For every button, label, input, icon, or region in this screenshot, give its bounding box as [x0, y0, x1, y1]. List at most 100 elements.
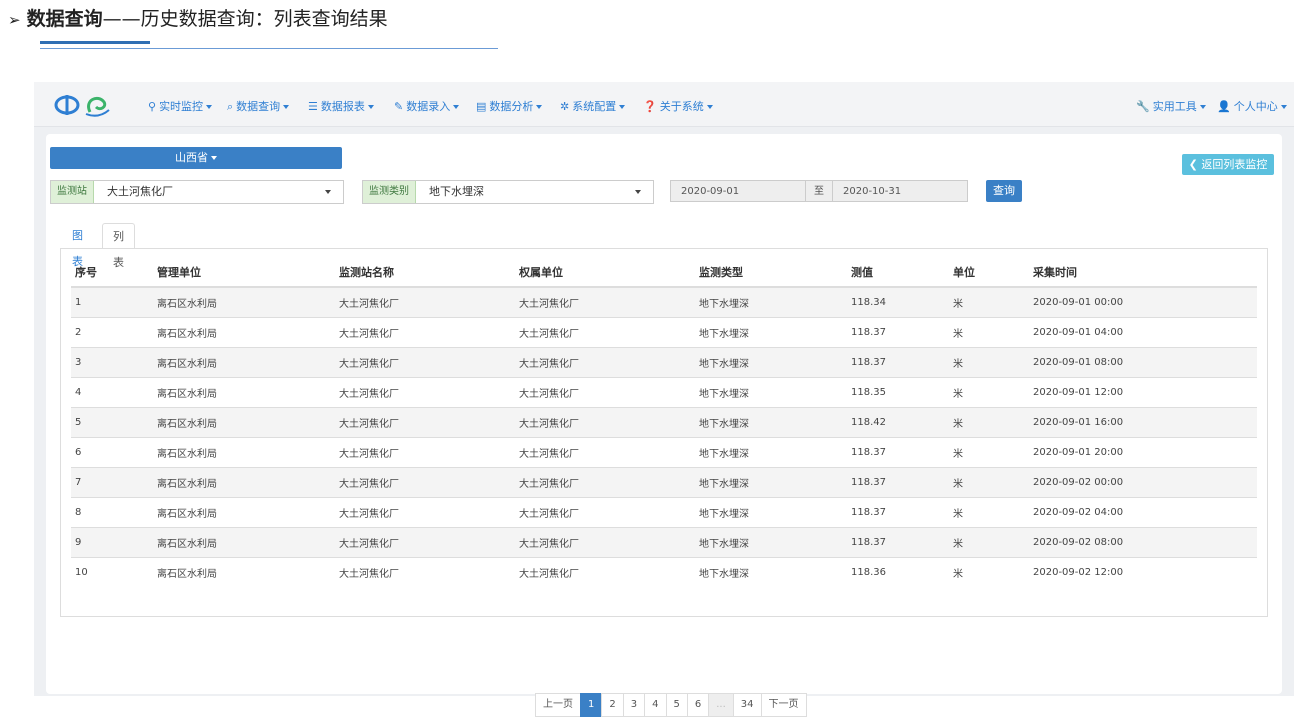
table-cell: 大土河焦化厂 — [335, 527, 515, 558]
chevron-left-icon: ❮ — [1188, 158, 1202, 171]
table-cell: 2020-09-01 00:00 — [1029, 286, 1257, 318]
table-row[interactable]: 1 离石区水利局 大土河焦化厂 大土河焦化厂 地下水埋深 118.34 米 2020-09-0… — [71, 286, 1257, 318]
tab-chart[interactable]: 图表 — [62, 223, 93, 268]
nav-item-5[interactable]: ✲ 系统配置 — [560, 98, 626, 114]
nav-item-2[interactable]: ☰ 数据报表 — [308, 98, 374, 114]
nav-item-6[interactable]: ❓ 关于系统 — [643, 98, 713, 114]
heading-rest: ——历史数据查询：列表查询结果 — [102, 8, 388, 30]
pagination-page[interactable]: 34 — [732, 693, 762, 717]
table-cell: 6 — [71, 437, 153, 468]
date-to-input[interactable]: 2020-10-31 — [832, 180, 968, 202]
table-cell: 118.34 — [847, 286, 949, 318]
pagination-page[interactable]: 4 — [644, 693, 667, 717]
caret-down-icon — [619, 105, 626, 109]
table-cell: 大土河焦化厂 — [515, 467, 695, 498]
nav-item-1[interactable]: ⌕ 数据查询 — [227, 98, 290, 114]
nav-item-4[interactable]: ▤ 数据分析 — [476, 98, 543, 114]
pagination-page[interactable]: 3 — [622, 693, 646, 717]
list-icon: ☰ — [308, 100, 318, 113]
table-cell: 离石区水利局 — [153, 527, 335, 558]
pagination-page[interactable]: 1 — [580, 693, 603, 717]
caret-down-icon — [1280, 105, 1287, 109]
nav-item-0[interactable]: ⚲ 实时监控 — [148, 98, 213, 114]
nav-item-label: 系统配置 — [572, 100, 617, 113]
table-cell: 2020-09-02 12:00 — [1029, 557, 1257, 587]
nav-item-label: 数据查询 — [236, 100, 281, 113]
nav-item-3[interactable]: ✎ 数据录入 — [394, 98, 460, 114]
table-cell: 米 — [949, 317, 1029, 348]
heading-bold: 数据查询 — [26, 8, 103, 30]
table-cell: 大土河焦化厂 — [515, 407, 695, 438]
station-select[interactable]: 监测站 大土河焦化厂 — [50, 180, 344, 204]
table-cell: 大土河焦化厂 — [515, 286, 695, 318]
table-cell: 7 — [71, 467, 153, 498]
column-header[interactable]: 管理单位 — [153, 257, 335, 288]
table-cell: 大土河焦化厂 — [515, 527, 695, 558]
tab-content: 序号 管理单位 监测站名称 权属单位 监测类型 测值 单位 采集时间 1 离石区水利局 大土河焦化… — [60, 248, 1268, 717]
table-cell: 大土河焦化厂 — [335, 437, 515, 468]
table-cell: 地下水埋深 — [695, 407, 847, 438]
wrench-icon: 🔧 — [1136, 100, 1150, 113]
station-addon: 监测站 — [51, 181, 94, 203]
date-from-input[interactable]: 2020-09-01 — [670, 180, 806, 202]
column-header[interactable]: 序号 — [71, 257, 153, 288]
pagination: 上一页 1 2 3 4 5 6... 34 下一页 — [535, 693, 807, 717]
pagination-page[interactable]: 2 — [601, 693, 624, 717]
back-to-list-button[interactable]: ❮ 返回列表监控 — [1182, 154, 1274, 175]
caret-down-icon — [635, 190, 641, 194]
nav-user-label: 个人中心 — [1233, 100, 1278, 113]
nav-item-label: 关于系统 — [659, 100, 704, 113]
caret-down-icon — [536, 105, 543, 109]
table-cell: 地下水埋深 — [695, 437, 847, 468]
type-select[interactable]: 监测类别 地下水埋深 — [362, 180, 654, 204]
table-cell: 大土河焦化厂 — [335, 286, 515, 318]
caret-down-icon — [283, 105, 290, 109]
nav-user[interactable]: 👤 个人中心 — [1217, 98, 1287, 114]
pagination-next[interactable]: 下一页 — [760, 693, 807, 717]
table-cell: 离石区水利局 — [153, 377, 335, 408]
caret-down-icon — [367, 105, 374, 109]
table-cell: 9 — [71, 527, 153, 558]
arrow-bullet-icon: ➢ — [8, 11, 21, 29]
table-row[interactable]: 9 离石区水利局 大土河焦化厂 大土河焦化厂 地下水埋深 118.37 米 2020-09-0… — [71, 527, 1257, 558]
query-button[interactable]: 查询 — [986, 180, 1022, 202]
caret-down-icon — [206, 105, 213, 109]
column-header[interactable]: 权属单位 — [515, 257, 695, 288]
caret-down-icon — [1199, 105, 1206, 109]
table-cell: 2020-09-01 16:00 — [1029, 407, 1257, 438]
table-cell: 米 — [949, 407, 1029, 438]
table-cell: 地下水埋深 — [695, 557, 847, 587]
table-row[interactable]: 7 离石区水利局 大土河焦化厂 大土河焦化厂 地下水埋深 118.37 米 2020-09-0… — [71, 467, 1257, 498]
column-header[interactable]: 监测站名称 — [335, 257, 515, 288]
tab-list[interactable]: 列表 — [102, 223, 135, 269]
table-cell: 2020-09-02 08:00 — [1029, 527, 1257, 558]
nav-tools[interactable]: 🔧 实用工具 — [1136, 98, 1206, 114]
table-row[interactable]: 2 离石区水利局 大土河焦化厂 大土河焦化厂 地下水埋深 118.37 米 2020-09-0… — [71, 317, 1257, 348]
column-header[interactable]: 单位 — [949, 257, 1029, 288]
table-cell: 大土河焦化厂 — [515, 557, 695, 587]
caret-down-icon — [453, 105, 460, 109]
pagination-prev[interactable]: 上一页 — [535, 693, 581, 717]
table-row[interactable]: 10 离石区水利局 大土河焦化厂 大土河焦化厂 地下水埋深 118.36 米 2020-09-… — [71, 557, 1257, 587]
table-row[interactable]: 8 离石区水利局 大土河焦化厂 大土河焦化厂 地下水埋深 118.37 米 2020-09-0… — [71, 497, 1257, 528]
table-cell: 地下水埋深 — [695, 467, 847, 498]
table-row[interactable]: 4 离石区水利局 大土河焦化厂 大土河焦化厂 地下水埋深 118.35 米 2020-09-0… — [71, 377, 1257, 408]
heading-underline-thick — [40, 41, 150, 44]
doc-heading: ➢ 数据查询——历史数据查询：列表查询结果 — [8, 4, 388, 31]
table-row[interactable]: 6 离石区水利局 大土河焦化厂 大土河焦化厂 地下水埋深 118.37 米 2020-09-0… — [71, 437, 1257, 468]
table-cell: 118.37 — [847, 437, 949, 468]
table-row[interactable]: 5 离石区水利局 大土河焦化厂 大土河焦化厂 地下水埋深 118.42 米 2020-09-0… — [71, 407, 1257, 438]
table-cell: 8 — [71, 497, 153, 528]
table-row[interactable]: 3 离石区水利局 大土河焦化厂 大土河焦化厂 地下水埋深 118.37 米 2020-09-0… — [71, 347, 1257, 378]
column-header[interactable]: 采集时间 — [1029, 257, 1257, 288]
pagination-page[interactable]: 5 — [665, 693, 688, 717]
table-cell: 地下水埋深 — [695, 377, 847, 408]
pagination-page[interactable]: 6 — [686, 693, 710, 717]
nav-item-label: 数据报表 — [320, 100, 365, 113]
column-header[interactable]: 测值 — [847, 257, 949, 288]
table-cell: 地下水埋深 — [695, 286, 847, 318]
province-dropdown[interactable]: 山西省 — [50, 147, 342, 169]
column-header[interactable]: 监测类型 — [695, 257, 847, 288]
table-cell: 离石区水利局 — [153, 317, 335, 348]
table-cell: 大土河焦化厂 — [335, 557, 515, 587]
